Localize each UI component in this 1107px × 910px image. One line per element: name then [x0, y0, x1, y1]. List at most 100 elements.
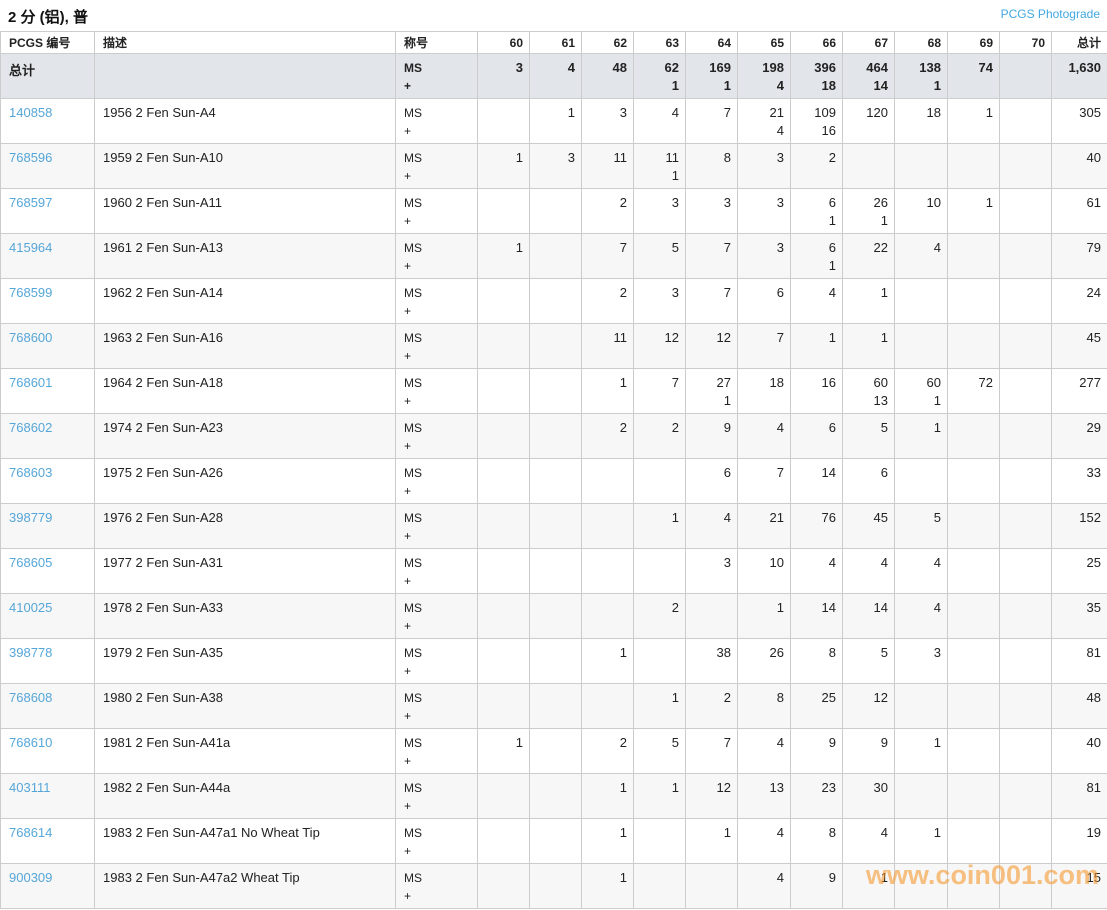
- grade-70-cell: [999, 98, 1052, 144]
- grade-62-cell: 1: [581, 818, 634, 864]
- totals-row: 总计 MS +3 4 48 62 1 169 1 198 4 396 18 464 14 138 1 74 1,63…: [0, 53, 1107, 99]
- total-cell: 24: [1051, 278, 1107, 324]
- grade-67-cell: 5: [842, 638, 895, 684]
- grade-70-cell: [999, 278, 1052, 324]
- column-header-description: 描述: [94, 31, 396, 54]
- table-row: 768605 1977 2 Fen Sun-A31 MS +3 10 4 4 4 25: [0, 548, 1107, 594]
- grade-70-cell: [999, 728, 1052, 774]
- designation-cell: MS +: [395, 233, 478, 279]
- pcgs-number-cell: 140858: [0, 98, 95, 144]
- designation-cell: MS +: [395, 53, 478, 99]
- pcgs-number-cell: 768614: [0, 818, 95, 864]
- grade-67-cell: 22: [842, 233, 895, 279]
- grade-60-cell: [477, 773, 530, 819]
- grade-69-cell: [947, 458, 1000, 504]
- grade-62-cell: 2: [581, 278, 634, 324]
- pcgs-number-link[interactable]: 768602: [9, 420, 52, 435]
- pcgs-number-link[interactable]: 410025: [9, 600, 52, 615]
- grade-61-cell: [529, 503, 582, 549]
- grade-65-cell: 7: [737, 323, 791, 369]
- pcgs-number-cell: 768605: [0, 548, 95, 594]
- grade-62-cell: 1: [581, 863, 634, 909]
- grade-64-cell: 27 1: [685, 368, 738, 414]
- total-cell: 152: [1051, 503, 1107, 549]
- grade-67-cell: 4: [842, 548, 895, 594]
- pcgs-number-link[interactable]: 768600: [9, 330, 52, 345]
- grade-66-cell: 8: [790, 638, 843, 684]
- grade-63-cell: 62 1: [633, 53, 686, 99]
- grade-60-cell: [477, 323, 530, 369]
- pcgs-number-link[interactable]: 768603: [9, 465, 52, 480]
- designation-cell: MS +: [395, 278, 478, 324]
- photograde-link[interactable]: PCGS Photograde: [1001, 7, 1100, 21]
- column-header-designation: 称号: [395, 31, 478, 54]
- grade-67-cell: 12: [842, 683, 895, 729]
- grade-69-cell: [947, 278, 1000, 324]
- total-cell: 25: [1051, 548, 1107, 594]
- grade-65-cell: 13: [737, 773, 791, 819]
- grade-67-cell: 14: [842, 593, 895, 639]
- column-header-69: 69: [947, 31, 1000, 54]
- grade-60-cell: [477, 98, 530, 144]
- page-title: 2 分 (铝), 普: [8, 9, 89, 26]
- pcgs-number-link[interactable]: 768596: [9, 150, 52, 165]
- pcgs-number-link[interactable]: 900309: [9, 870, 52, 885]
- grade-70-cell: [999, 638, 1052, 684]
- grade-60-cell: 1: [477, 233, 530, 279]
- total-cell: 45: [1051, 323, 1107, 369]
- designation-cell: MS +: [395, 818, 478, 864]
- grade-70-cell: [999, 818, 1052, 864]
- grade-68-cell: 18: [894, 98, 948, 144]
- grade-63-cell: 2: [633, 593, 686, 639]
- grade-64-cell: [685, 593, 738, 639]
- grade-61-cell: [529, 548, 582, 594]
- grade-68-cell: [894, 863, 948, 909]
- total-cell: 33: [1051, 458, 1107, 504]
- pcgs-number-link[interactable]: 768597: [9, 195, 52, 210]
- grade-69-cell: 72: [947, 368, 1000, 414]
- grade-64-cell: 7: [685, 233, 738, 279]
- column-header-pcgs-number: PCGS 编号: [0, 31, 95, 54]
- grade-63-cell: 5: [633, 233, 686, 279]
- pcgs-number-cell: 900309: [0, 863, 95, 909]
- grade-69-cell: [947, 233, 1000, 279]
- pcgs-number-link[interactable]: 768605: [9, 555, 52, 570]
- grade-65-cell: 1: [737, 593, 791, 639]
- pcgs-number-link[interactable]: 768599: [9, 285, 52, 300]
- grade-62-cell: 7: [581, 233, 634, 279]
- grade-69-cell: [947, 593, 1000, 639]
- grade-66-cell: 4: [790, 548, 843, 594]
- grade-61-cell: [529, 458, 582, 504]
- designation-cell: MS +: [395, 638, 478, 684]
- pcgs-number-link[interactable]: 140858: [9, 105, 52, 120]
- grade-62-cell: 2: [581, 728, 634, 774]
- total-cell: 81: [1051, 638, 1107, 684]
- pcgs-number-link[interactable]: 398778: [9, 645, 52, 660]
- grade-61-cell: 1: [529, 98, 582, 144]
- table-row: 768608 1980 2 Fen Sun-A38 MS +1 2 8 25 12 48: [0, 683, 1107, 729]
- pcgs-number-cell: 768603: [0, 458, 95, 504]
- coin-description: 1956 2 Fen Sun-A4: [94, 98, 396, 144]
- pcgs-number-link[interactable]: 768614: [9, 825, 52, 840]
- grade-64-cell: 38: [685, 638, 738, 684]
- grade-69-cell: [947, 773, 1000, 819]
- grade-68-cell: 10: [894, 188, 948, 234]
- column-header-61: 61: [529, 31, 582, 54]
- grade-65-cell: 6: [737, 278, 791, 324]
- coin-description: 1974 2 Fen Sun-A23: [94, 413, 396, 459]
- designation-cell: MS +: [395, 683, 478, 729]
- pcgs-number-link[interactable]: 403111: [9, 780, 50, 795]
- pcgs-number-link[interactable]: 768601: [9, 375, 52, 390]
- pcgs-number-cell: 768600: [0, 323, 95, 369]
- coin-description: 1960 2 Fen Sun-A11: [94, 188, 396, 234]
- grade-66-cell: 76: [790, 503, 843, 549]
- designation-cell: MS +: [395, 368, 478, 414]
- grade-62-cell: 2: [581, 188, 634, 234]
- pcgs-number-link[interactable]: 768608: [9, 690, 52, 705]
- pcgs-number-link[interactable]: 415964: [9, 240, 52, 255]
- coin-description: 1976 2 Fen Sun-A28: [94, 503, 396, 549]
- coin-description: 1959 2 Fen Sun-A10: [94, 143, 396, 189]
- grade-65-cell: 10: [737, 548, 791, 594]
- pcgs-number-link[interactable]: 398779: [9, 510, 52, 525]
- pcgs-number-link[interactable]: 768610: [9, 735, 52, 750]
